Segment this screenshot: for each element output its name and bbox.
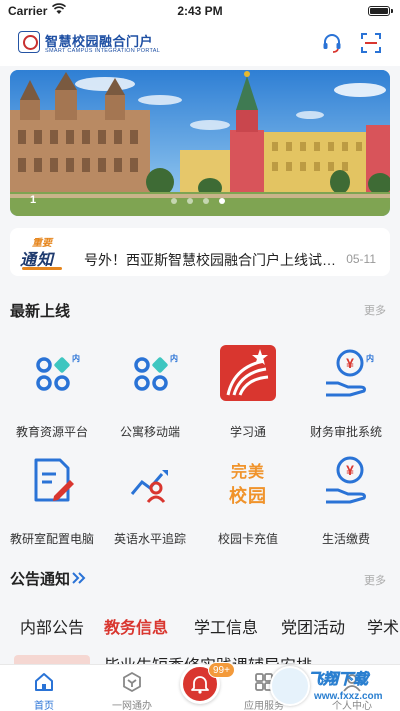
tab-party-activities[interactable]: 党团活动 (281, 614, 345, 638)
tab-label: 一网通办 (112, 701, 152, 711)
double-chevron-right-icon (72, 572, 86, 584)
campus-card-text-top: 完美 (230, 464, 265, 481)
banner-image (10, 70, 390, 216)
app-finance-approval[interactable]: ¥ 内 财务审批系统 (296, 345, 396, 445)
announcements-title: 公告通知 (10, 571, 71, 588)
app-label: 英语水平追踪 (113, 532, 186, 546)
carousel-dot[interactable] (187, 198, 193, 204)
banner-carousel[interactable]: 1 (10, 70, 390, 216)
app-campus-card-topup[interactable]: 完美 校园 校园卡充值 (198, 452, 298, 552)
app-xuexitong[interactable]: 学习通 (198, 345, 298, 445)
school-logo-icon (18, 31, 40, 53)
app-dormitory-mobile[interactable]: 内 公寓移动端 (100, 345, 200, 445)
app-label: 教育资源平台 (15, 425, 88, 439)
carousel-dot[interactable] (171, 198, 177, 204)
app-label: 校园卡充值 (217, 532, 278, 546)
latest-more-link[interactable]: 更多 (364, 302, 386, 318)
app-english-tracking[interactable]: 英语水平追踪 (100, 452, 200, 552)
campus-card-icon: 完美 校园 (220, 452, 276, 508)
portal-subtitle: SMART CAMPUS INTEGRATION PORTAL (45, 48, 161, 54)
latest-section-title: 最新上线 (10, 303, 71, 320)
carousel-dot[interactable] (203, 198, 209, 204)
notice-badge-underline (22, 267, 62, 270)
watermark-logo-icon (270, 666, 310, 706)
internal-tag: 内 (170, 354, 178, 363)
carousel-dot-active[interactable] (219, 198, 225, 204)
app-label: 学习通 (229, 425, 266, 439)
tab-academic[interactable]: 学术 (367, 614, 399, 638)
svg-text:¥: ¥ (346, 462, 354, 478)
status-bar: Carrier 2:43 PM (0, 0, 400, 22)
headset-support-icon[interactable] (321, 32, 343, 54)
tab-home[interactable]: 首页 (4, 665, 84, 711)
internal-tag: 内 (72, 354, 80, 363)
hexagon-icon (123, 671, 141, 693)
notification-count-badge: 99+ (208, 662, 235, 678)
app-header: 智慧校园融合门户 SMART CAMPUS INTEGRATION PORTAL (0, 22, 400, 66)
xuexitong-logo-icon (220, 345, 276, 401)
announcement-item-title[interactable]: 毕业生短季修实践课辅导安排 (104, 652, 312, 664)
person-trend-icon (130, 470, 168, 503)
yuan-hand-icon: ¥ (326, 456, 366, 504)
site-watermark: 飞翔下载 www.fxxz.com (270, 664, 396, 710)
battery-tip (391, 9, 393, 13)
document-edit-icon (34, 458, 74, 502)
tab-student-affairs[interactable]: 学工信息 (194, 614, 258, 638)
home-icon (35, 673, 53, 691)
campus-card-text-bottom: 校园 (229, 486, 267, 506)
app-label: 生活缴费 (321, 532, 370, 546)
tab-one-stop-service[interactable]: 一网通办 (92, 665, 172, 711)
internal-tag: 内 (366, 354, 374, 363)
app-label: 财务审批系统 (309, 425, 382, 439)
bell-icon (191, 676, 209, 694)
svg-text:¥: ¥ (346, 355, 354, 371)
app-education-resources[interactable]: 内 教育资源平台 (2, 345, 102, 445)
banner-index: 1 (30, 194, 37, 206)
app-label: 公寓移动端 (119, 425, 180, 439)
tab-academic-affairs[interactable]: 教务信息 (104, 614, 168, 638)
tab-label: 首页 (34, 701, 54, 711)
notice-date: 05-11 (346, 252, 376, 266)
scan-icon[interactable] (360, 32, 382, 54)
announcements-more-link[interactable]: 更多 (364, 572, 386, 588)
important-notice-bar[interactable]: 重要 通知 号外！西亚斯智慧校园融合门户上线试运行 05-11 (10, 228, 390, 276)
clock: 2:43 PM (177, 4, 223, 18)
notice-text[interactable]: 号外！西亚斯智慧校园融合门户上线试运行 (84, 250, 344, 270)
important-notice-badge: 重要 通知 (20, 234, 66, 270)
app-label: 教研室配置电脑 (9, 532, 94, 546)
watermark-brand: 飞翔下载 (308, 671, 369, 689)
app-utility-payment[interactable]: ¥ 生活缴费 (296, 452, 396, 552)
watermark-url: www.fxxz.com (314, 691, 383, 702)
tab-internal-notice[interactable]: 内部公告 (20, 614, 84, 638)
app-lab-pc-config[interactable]: 教研室配置电脑 (2, 452, 102, 552)
battery-icon (368, 6, 390, 16)
announcement-tabs: 内部公告 教务信息 学工信息 党团活动 学术 (0, 614, 400, 644)
